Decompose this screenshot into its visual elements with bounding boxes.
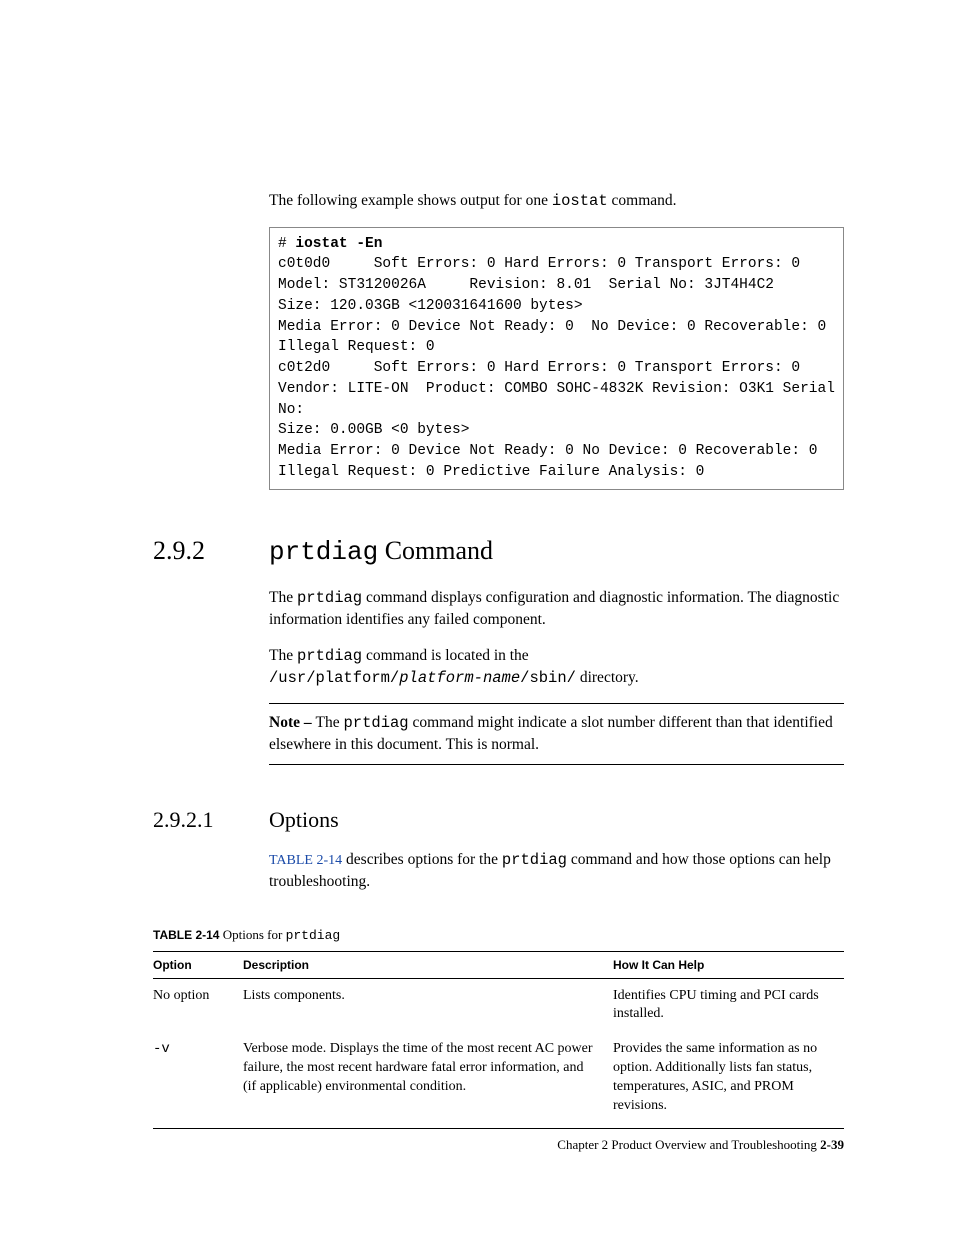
intro-paragraph: The following example shows output for o… bbox=[269, 190, 844, 213]
note-box: Note – The prtdiag command might indicat… bbox=[269, 703, 844, 765]
code-line: Model: ST3120026A Revision: 8.01 Serial … bbox=[278, 277, 774, 293]
code-prompt: # bbox=[278, 236, 295, 252]
text: The bbox=[269, 589, 297, 606]
text: The bbox=[316, 714, 344, 731]
section-paragraph-2: The prtdiag command is located in the /u… bbox=[269, 645, 844, 689]
cell-description: Verbose mode. Displays the time of the m… bbox=[243, 1032, 613, 1128]
table-header-option: Option bbox=[153, 951, 243, 978]
inline-cmd: prtdiag bbox=[502, 851, 567, 869]
inline-cmd: prtdiag bbox=[343, 714, 408, 732]
code-line: No: bbox=[278, 402, 304, 418]
inline-path: /usr/platform/ bbox=[269, 669, 399, 687]
options-table: Option Description How It Can Help No op… bbox=[153, 951, 844, 1129]
section-title: prtdiag Command bbox=[269, 536, 493, 567]
code-line: Media Error: 0 Device Not Ready: 0 No De… bbox=[278, 319, 826, 335]
text: Options for bbox=[219, 927, 285, 942]
table-row: No option Lists components. Identifies C… bbox=[153, 978, 844, 1032]
inline-cmd: prtdiag bbox=[297, 647, 362, 665]
table-row: -v Verbose mode. Displays the time of th… bbox=[153, 1032, 844, 1128]
intro-cmd: iostat bbox=[552, 192, 608, 210]
intro-text-post: command. bbox=[608, 192, 677, 209]
footer-page-number: 2-39 bbox=[820, 1137, 844, 1152]
code-line: Illegal Request: 0 bbox=[278, 339, 435, 355]
subsection-paragraph: TABLE 2-14 describes options for the prt… bbox=[269, 849, 844, 893]
section-heading: 2.9.2 prtdiag Command bbox=[153, 536, 844, 567]
code-line: Vendor: LITE-ON Product: COMBO SOHC-4832… bbox=[278, 381, 835, 397]
inline-path-var: platform-name bbox=[399, 669, 520, 687]
table-header-row: Option Description How It Can Help bbox=[153, 951, 844, 978]
cell-description: Lists components. bbox=[243, 978, 613, 1032]
table-header-description: Description bbox=[243, 951, 613, 978]
note-label: Note – bbox=[269, 714, 316, 731]
cell-option: -v bbox=[153, 1032, 243, 1128]
subsection-number: 2.9.2.1 bbox=[153, 807, 269, 833]
section-number: 2.9.2 bbox=[153, 536, 269, 566]
table-label: TABLE 2-14 bbox=[153, 928, 219, 942]
page: The following example shows output for o… bbox=[0, 0, 954, 1235]
inline-cmd: prtdiag bbox=[297, 589, 362, 607]
code-block: # iostat -En c0t0d0 Soft Errors: 0 Hard … bbox=[269, 227, 844, 490]
section-title-cmd: prtdiag bbox=[269, 537, 378, 567]
intro-text-pre: The following example shows output for o… bbox=[269, 192, 552, 209]
table-header-help: How It Can Help bbox=[613, 951, 844, 978]
section-title-rest: Command bbox=[378, 536, 493, 565]
subsection-heading: 2.9.2.1 Options bbox=[153, 807, 844, 833]
section-paragraph-1: The prtdiag command displays configurati… bbox=[269, 587, 844, 631]
code-line: Size: 120.03GB <120031641600 bytes> bbox=[278, 298, 583, 314]
subsection-title: Options bbox=[269, 807, 339, 833]
text: directory. bbox=[576, 669, 639, 686]
cell-help: Identifies CPU timing and PCI cards inst… bbox=[613, 978, 844, 1032]
page-footer: Chapter 2 Product Overview and Troublesh… bbox=[557, 1137, 844, 1153]
inline-cmd: prtdiag bbox=[286, 928, 341, 943]
code-line: Media Error: 0 Device Not Ready: 0 No De… bbox=[278, 443, 818, 459]
code-line: Size: 0.00GB <0 bytes> bbox=[278, 422, 469, 438]
table-caption: TABLE 2-14 Options for prtdiag bbox=[153, 927, 844, 943]
inline-path: /sbin/ bbox=[520, 669, 576, 687]
code-line: Illegal Request: 0 Predictive Failure An… bbox=[278, 464, 704, 480]
cell-option: No option bbox=[153, 978, 243, 1032]
table-xref[interactable]: TABLE 2-14 bbox=[269, 853, 342, 868]
code-command: iostat -En bbox=[295, 236, 382, 252]
text: command is located in the bbox=[362, 647, 529, 664]
code-line: c0t2d0 Soft Errors: 0 Hard Errors: 0 Tra… bbox=[278, 360, 800, 376]
cell-help: Provides the same information as no opti… bbox=[613, 1032, 844, 1128]
text: describes options for the bbox=[342, 851, 502, 868]
code-line: c0t0d0 Soft Errors: 0 Hard Errors: 0 Tra… bbox=[278, 256, 800, 272]
text: The bbox=[269, 647, 297, 664]
footer-chapter: Chapter 2 Product Overview and Troublesh… bbox=[557, 1137, 817, 1152]
